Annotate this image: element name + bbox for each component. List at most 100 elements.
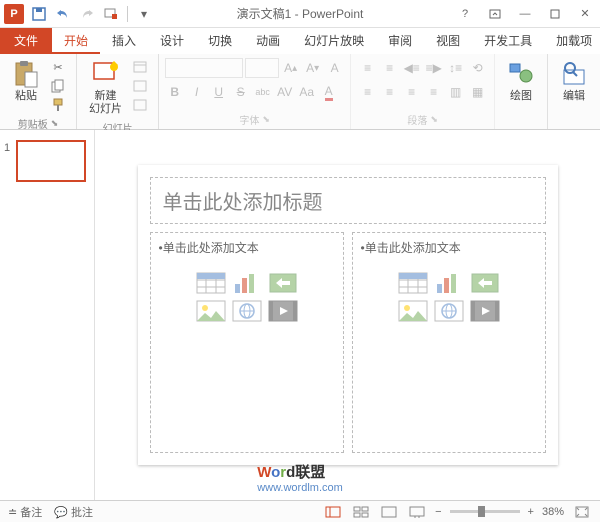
tab-review[interactable]: 审阅 (376, 27, 424, 54)
paragraph-label: 段落 (407, 112, 427, 127)
save-icon[interactable] (28, 3, 50, 25)
video-icon[interactable] (268, 300, 298, 322)
new-slide-label: 新建 幻灯片 (89, 90, 122, 116)
decrease-font-icon[interactable]: A▾ (303, 58, 323, 78)
fit-window-icon[interactable] (572, 504, 592, 520)
layout-icon[interactable] (130, 58, 150, 76)
columns-icon[interactable]: ▥ (446, 82, 466, 102)
zoom-level[interactable]: 38% (542, 506, 564, 518)
sorter-view-icon[interactable] (351, 504, 371, 520)
numbering-icon[interactable]: ≡ (380, 58, 400, 78)
zoom-out-icon[interactable]: − (435, 506, 441, 518)
close-icon[interactable]: ✕ (570, 3, 600, 25)
online-picture-icon[interactable] (434, 300, 464, 322)
underline-button[interactable]: U (209, 82, 229, 102)
paste-button[interactable]: 粘贴 (8, 58, 44, 105)
slide-number: 1 (4, 142, 10, 154)
tab-insert[interactable]: 插入 (100, 27, 148, 54)
decrease-indent-icon[interactable]: ◀≡ (402, 58, 422, 78)
comments-button[interactable]: 💬 批注 (54, 504, 93, 520)
reset-icon[interactable] (130, 77, 150, 95)
editing-button[interactable]: 编辑 (556, 58, 592, 105)
minimize-icon[interactable]: — (510, 3, 540, 25)
title-bar: P ▾ 演示文稿1 - PowerPoint ? — ✕ (0, 0, 600, 28)
normal-view-icon[interactable] (323, 504, 343, 520)
change-case-icon[interactable]: Aa (297, 82, 317, 102)
align-left-icon[interactable]: ≡ (358, 82, 378, 102)
new-slide-icon (92, 60, 120, 88)
redo-icon[interactable] (76, 3, 98, 25)
picture-icon[interactable] (196, 300, 226, 322)
chart-icon[interactable] (232, 272, 262, 294)
tab-view[interactable]: 视图 (424, 27, 472, 54)
zoom-in-icon[interactable]: + (528, 506, 534, 518)
font-label: 字体 (239, 112, 259, 127)
table-icon[interactable] (196, 272, 226, 294)
content-icons (394, 272, 504, 322)
text-direction-icon[interactable]: ⟲ (468, 58, 488, 78)
tab-home[interactable]: 开始 (52, 27, 100, 54)
strike-button[interactable]: S (231, 82, 251, 102)
format-painter-icon[interactable] (48, 96, 68, 114)
group-paragraph: ≡ ≡ ◀≡ ≡▶ ↕≡ ⟲ ≡ ≡ ≡ ≡ ▥ ▦ 段落⬊ (351, 54, 495, 129)
line-spacing-icon[interactable]: ↕≡ (446, 58, 466, 78)
smartart-icon[interactable] (268, 272, 298, 294)
slideshow-view-icon[interactable] (407, 504, 427, 520)
help-icon[interactable]: ? (450, 3, 480, 25)
align-right-icon[interactable]: ≡ (402, 82, 422, 102)
tab-addins[interactable]: 加载项 (544, 27, 600, 54)
content-placeholder-right[interactable]: •单击此处添加文本 (352, 232, 546, 453)
paste-icon (12, 60, 40, 88)
new-slide-button[interactable]: 新建 幻灯片 (85, 58, 126, 118)
tab-slideshow[interactable]: 幻灯片放映 (292, 27, 376, 54)
maximize-icon[interactable] (540, 3, 570, 25)
bullets-icon[interactable]: ≡ (358, 58, 378, 78)
smartart-icon[interactable] (470, 272, 500, 294)
tab-animations[interactable]: 动画 (244, 27, 292, 54)
undo-icon[interactable] (52, 3, 74, 25)
chart-icon[interactable] (434, 272, 464, 294)
start-from-beginning-icon[interactable] (100, 3, 122, 25)
char-spacing-icon[interactable]: AV (275, 82, 295, 102)
italic-button[interactable]: I (187, 82, 207, 102)
clipboard-launcher-icon[interactable]: ⬊ (51, 118, 59, 129)
shadow-button[interactable]: abc (253, 82, 273, 102)
paste-label: 粘贴 (15, 90, 37, 103)
font-family-select[interactable] (165, 58, 243, 78)
section-icon[interactable] (130, 96, 150, 114)
content-area: 1 单击此处添加标题 •单击此处添加文本 •单击 (0, 130, 600, 500)
copy-icon[interactable] (48, 77, 68, 95)
cut-icon[interactable]: ✂ (48, 58, 68, 76)
increase-indent-icon[interactable]: ≡▶ (424, 58, 444, 78)
align-center-icon[interactable]: ≡ (380, 82, 400, 102)
zoom-slider[interactable] (450, 510, 520, 513)
reading-view-icon[interactable] (379, 504, 399, 520)
drawing-button[interactable]: 绘图 (503, 58, 539, 105)
font-size-select[interactable] (245, 58, 279, 78)
video-icon[interactable] (470, 300, 500, 322)
table-icon[interactable] (398, 272, 428, 294)
quick-access-toolbar: ▾ (28, 3, 155, 25)
customize-qat-icon[interactable]: ▾ (133, 3, 155, 25)
justify-icon[interactable]: ≡ (424, 82, 444, 102)
tab-design[interactable]: 设计 (148, 27, 196, 54)
increase-font-icon[interactable]: A▴ (281, 58, 301, 78)
notes-button[interactable]: ≐ 备注 (8, 504, 42, 520)
tab-file[interactable]: 文件 (0, 27, 52, 54)
paragraph-launcher-icon[interactable]: ⬊ (430, 114, 438, 125)
slide[interactable]: 单击此处添加标题 •单击此处添加文本 •单击此处添加文本 (138, 165, 558, 465)
tab-transitions[interactable]: 切换 (196, 27, 244, 54)
font-launcher-icon[interactable]: ⬊ (262, 114, 270, 125)
content-placeholder-left[interactable]: •单击此处添加文本 (150, 232, 344, 453)
smartart-icon[interactable]: ▦ (468, 82, 488, 102)
slide-thumbnail-1[interactable]: 1 (16, 140, 86, 182)
bold-button[interactable]: B (165, 82, 185, 102)
online-picture-icon[interactable] (232, 300, 262, 322)
tab-developer[interactable]: 开发工具 (472, 27, 544, 54)
title-placeholder[interactable]: 单击此处添加标题 (150, 177, 546, 224)
picture-icon[interactable] (398, 300, 428, 322)
font-color-icon[interactable]: A (319, 82, 339, 102)
clear-format-icon[interactable]: A (325, 58, 345, 78)
window-title: 演示文稿1 - PowerPoint (237, 5, 364, 22)
ribbon-display-icon[interactable] (480, 3, 510, 25)
